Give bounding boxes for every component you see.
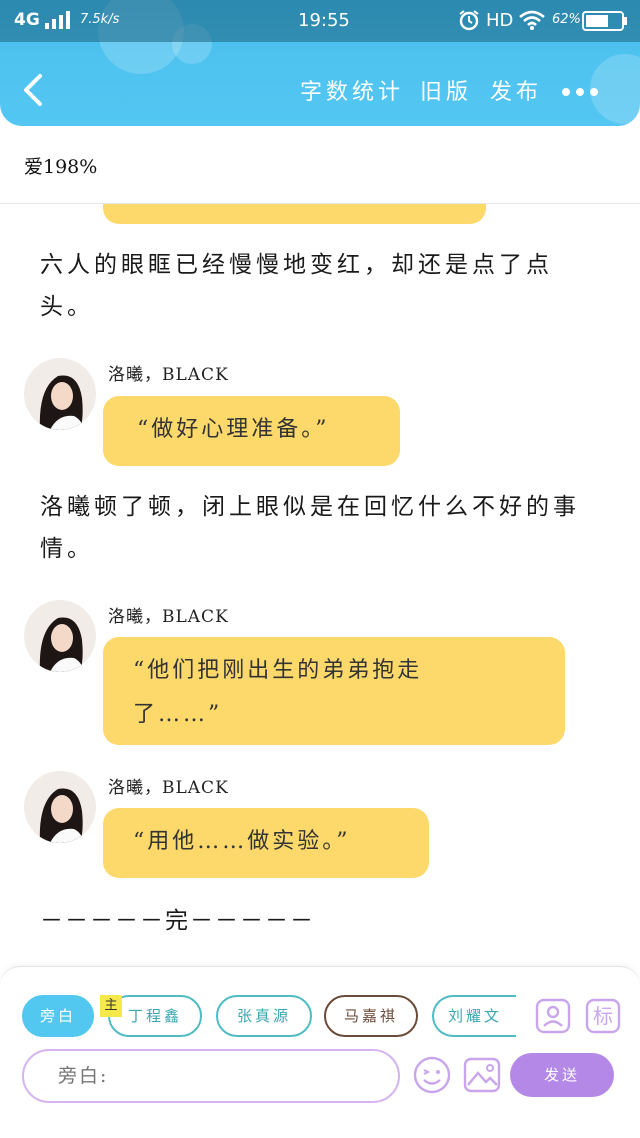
message-text: “用他……做实验。” (133, 829, 351, 854)
old-version-button[interactable]: 旧版 (420, 74, 472, 106)
role-chip-narrator[interactable]: 旁白 (22, 995, 94, 1037)
alarm-icon (458, 9, 480, 36)
signal-icon (44, 11, 70, 34)
network-label: 4G (14, 10, 40, 30)
send-button[interactable]: 发送 (510, 1053, 614, 1097)
message-text-line: 了……” (133, 702, 223, 727)
tag-icon[interactable]: 标 (584, 997, 622, 1035)
story-content[interactable]: 六人的眼眶已经慢慢地变红，却还是点了点头。 洛曦，BLACK “做好心理准备。”… (0, 204, 640, 964)
role-chip[interactable]: 张真源 (216, 995, 312, 1037)
input-panel: 旁白 丁程鑫 主 张真源 马嘉祺 刘耀文 标 发送 (0, 966, 640, 1138)
role-chip[interactable]: 刘耀文 (432, 995, 516, 1037)
role-chip[interactable]: 马嘉祺 (324, 995, 418, 1037)
message-bubble[interactable]: “他们把刚出生的弟弟抱走 了……” (103, 637, 565, 745)
avatar[interactable] (24, 358, 96, 430)
message-text-line: “他们把刚出生的弟弟抱走 (133, 658, 423, 683)
more-dot (576, 88, 584, 96)
chip-label: 张真源 (236, 1007, 291, 1025)
tag-label: 标 (593, 1004, 613, 1028)
chip-label: 旁白 (39, 1007, 76, 1025)
battery-icon (582, 11, 628, 36)
role-chip[interactable]: 丁程鑫 (108, 995, 202, 1037)
ending-text: －－－－－完－－－－－ (40, 908, 315, 934)
main-role-badge: 主 (100, 995, 122, 1017)
narration-text: 洛曦顿了顿，闭上眼似是在回忆什么不好的事情。 (40, 494, 580, 562)
message-bubble-partial (103, 204, 486, 224)
message-input[interactable] (22, 1049, 400, 1103)
progress-text: 爱198% (24, 156, 98, 178)
chip-label: 丁程鑫 (127, 1007, 182, 1025)
emoji-icon[interactable] (412, 1055, 452, 1095)
hd-label: HD (486, 10, 514, 31)
app-header: 4G 7.5k/s 19:55 HD 62% 字数统计 旧版 发布 (0, 0, 640, 126)
more-horizontal-icon (562, 88, 570, 96)
more-button[interactable] (560, 88, 600, 98)
send-label: 发送 (543, 1066, 580, 1084)
more-dot (590, 88, 598, 96)
speaker-name: 洛曦，BLACK (108, 778, 229, 798)
narration-text: 六人的眼眶已经慢慢地变红，却还是点了点头。 (40, 252, 553, 320)
avatar[interactable] (24, 771, 96, 843)
image-icon[interactable] (462, 1055, 502, 1095)
speaker-name: 洛曦，BLACK (108, 365, 229, 385)
message-bubble[interactable]: “用他……做实验。” (103, 808, 429, 878)
message-text: “做好心理准备。” (137, 417, 330, 442)
network-speed: 7.5k/s (80, 12, 120, 27)
message-bubble[interactable]: “做好心理准备。” (103, 396, 400, 466)
status-bar: 4G 7.5k/s 19:55 HD 62% (0, 0, 640, 42)
chevron-left-icon (24, 74, 42, 106)
character-icon[interactable] (534, 997, 572, 1035)
chip-label: 刘耀文 (447, 1007, 502, 1025)
clock: 19:55 (298, 10, 350, 31)
word-count-button[interactable]: 字数统计 (300, 74, 404, 106)
back-button[interactable] (18, 70, 52, 110)
avatar[interactable] (24, 600, 96, 672)
chip-label: 马嘉祺 (343, 1007, 398, 1025)
battery-percent: 62% (552, 12, 581, 27)
wifi-icon (518, 10, 546, 35)
progress-row: 爱198% (0, 126, 640, 204)
speaker-name: 洛曦，BLACK (108, 607, 229, 627)
publish-button[interactable]: 发布 (490, 74, 542, 106)
